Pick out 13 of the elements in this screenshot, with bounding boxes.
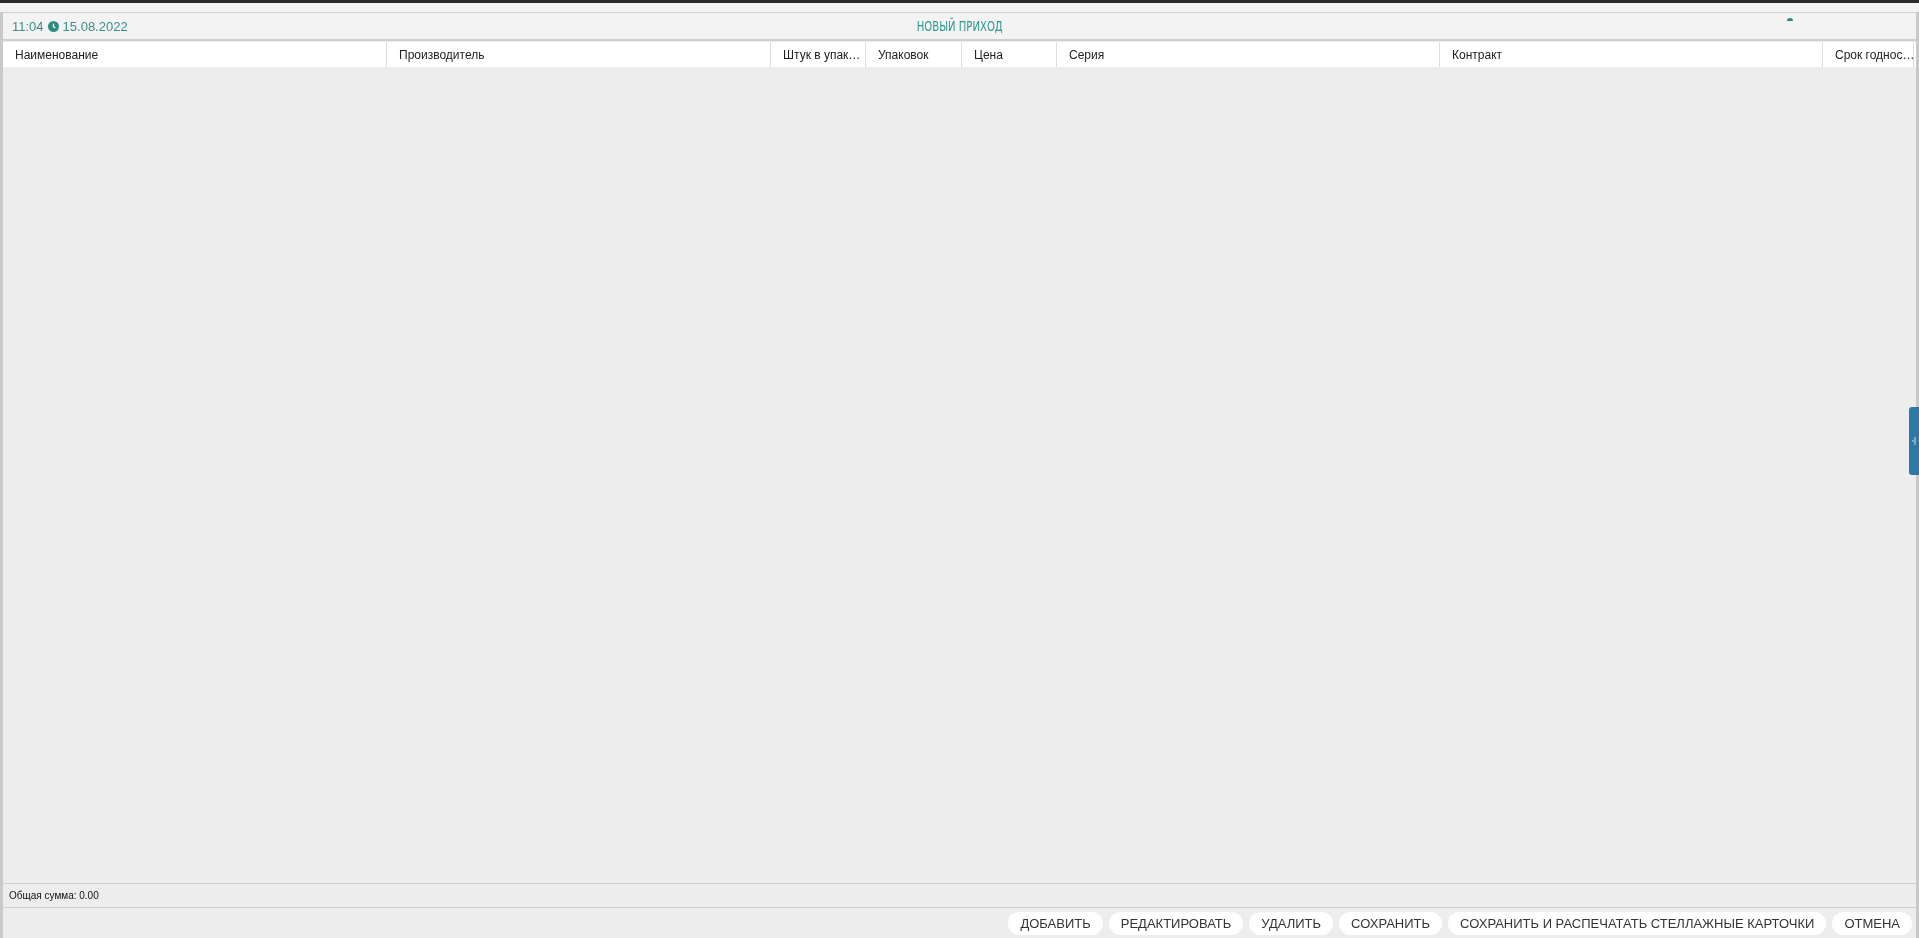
action-button[interactable]: СОХРАНИТЬ <box>1339 911 1443 935</box>
action-button[interactable]: УДАЛИТЬ <box>1249 911 1334 935</box>
total-sum-text: Общая сумма: 0.00 <box>9 890 99 901</box>
collapse-icon <box>1912 437 1916 445</box>
action-button[interactable]: РЕДАКТИРОВАТЬ <box>1108 911 1244 935</box>
action-button[interactable]: ОТМЕНА <box>1832 911 1912 935</box>
clock-icon <box>47 20 59 32</box>
action-button[interactable]: ДОБАВИТЬ <box>1008 911 1103 935</box>
action-button[interactable]: СОХРАНИТЬ И РАСПЕЧАТАТЬ СТЕЛЛАЖНЫЕ КАРТОЧКИ <box>1448 911 1827 935</box>
window-title: НОВЫЙ ПРИХОД <box>916 18 1003 34</box>
time-text: 11:04 <box>12 18 44 34</box>
side-panel-handle[interactable] <box>1909 407 1919 475</box>
date-text: 15.08.2022 <box>62 18 128 34</box>
